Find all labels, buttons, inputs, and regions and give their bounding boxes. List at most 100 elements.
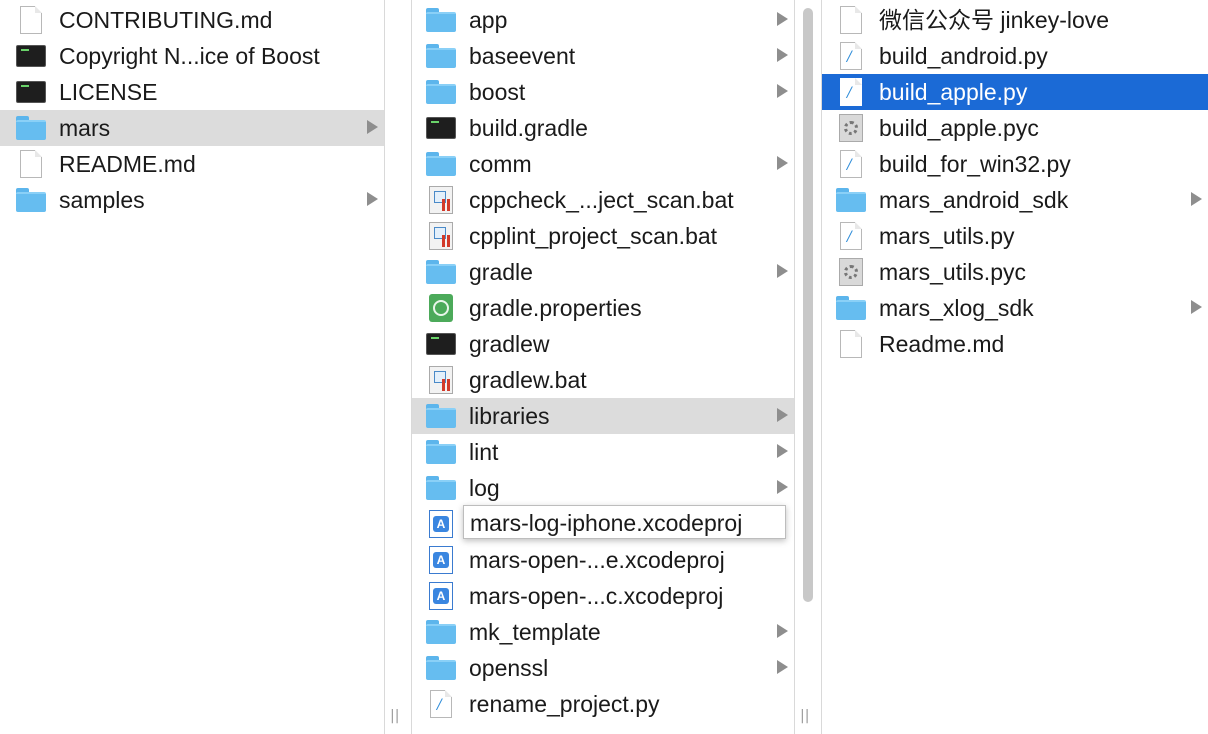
file-row[interactable]: / build_android.py — [822, 38, 1208, 74]
file-row[interactable]: 微信公众号 jinkey-love — [822, 2, 1208, 38]
disclosure-arrow-icon[interactable] — [367, 120, 378, 134]
document-icon — [836, 6, 866, 34]
document-icon — [16, 150, 46, 178]
disclosure-arrow-icon[interactable] — [367, 192, 378, 206]
file-row[interactable]: gradlew.bat — [412, 362, 794, 398]
folder-row[interactable]: boost — [412, 74, 794, 110]
folder-row[interactable]: mars_android_sdk — [822, 182, 1208, 218]
folder-row[interactable]: lint — [412, 434, 794, 470]
column-mars-scrollbar[interactable] — [803, 8, 813, 602]
properties-icon — [426, 294, 456, 322]
folder-row[interactable]: mars_xlog_sdk — [822, 290, 1208, 326]
folder-icon — [426, 78, 456, 106]
disclosure-arrow-icon[interactable] — [777, 12, 788, 26]
column-divider[interactable] — [794, 0, 795, 734]
python-script-icon: / — [836, 78, 866, 106]
document-icon — [836, 330, 866, 358]
disclosure-arrow-icon[interactable] — [1191, 300, 1202, 314]
item-label: comm — [469, 151, 532, 177]
python-script-icon: / — [836, 222, 866, 250]
column-libraries: 微信公众号 jinkey-love / build_android.py / build… — [822, 0, 1208, 734]
file-row[interactable]: README.md — [0, 146, 384, 182]
file-row[interactable]: build_apple.pyc — [822, 110, 1208, 146]
item-label: app — [469, 7, 508, 33]
disclosure-arrow-icon[interactable] — [777, 480, 788, 494]
file-row[interactable]: Amars-open-...e.xcodeproj — [412, 542, 794, 578]
disclosure-arrow-icon[interactable] — [777, 264, 788, 278]
folder-icon — [426, 42, 456, 70]
folder-row[interactable]: openssl — [412, 650, 794, 686]
disclosure-arrow-icon[interactable] — [1191, 192, 1202, 206]
file-row[interactable]: / build_for_win32.py — [822, 146, 1208, 182]
file-row[interactable]: cppcheck_...ject_scan.bat — [412, 182, 794, 218]
item-label: build_apple.pyc — [879, 115, 1039, 141]
disclosure-arrow-icon[interactable] — [777, 48, 788, 62]
disclosure-arrow-icon[interactable] — [777, 624, 788, 638]
file-row[interactable]: Copyright N...ice of Boost — [0, 38, 384, 74]
disclosure-arrow-icon[interactable] — [777, 444, 788, 458]
file-row[interactable]: / mars_utils.py — [822, 218, 1208, 254]
xcode-project-icon: A — [426, 546, 456, 574]
item-label: CONTRIBUTING.md — [59, 7, 273, 33]
file-row[interactable]: mars_utils.pyc — [822, 254, 1208, 290]
file-row[interactable]: Amars-open-...c.xcodeproj — [412, 578, 794, 614]
file-row[interactable]: Readme.md — [822, 326, 1208, 362]
item-label: rename_project.py — [469, 691, 660, 717]
terminal-icon — [16, 42, 46, 70]
folder-row[interactable]: gradle — [412, 254, 794, 290]
batch-file-icon — [426, 186, 456, 214]
file-row[interactable]: cpplint_project_scan.bat — [412, 218, 794, 254]
batch-file-icon — [426, 366, 456, 394]
column-resize-grip[interactable]: || — [390, 708, 399, 724]
folder-icon — [426, 150, 456, 178]
batch-file-icon — [426, 222, 456, 250]
disclosure-arrow-icon[interactable] — [777, 156, 788, 170]
compiled-python-icon — [836, 258, 866, 286]
item-label: gradlew.bat — [469, 367, 587, 393]
item-label: build_apple.py — [879, 79, 1028, 105]
folder-row[interactable]: log — [412, 470, 794, 506]
file-row[interactable]: gradlew — [412, 326, 794, 362]
item-label: mk_template — [469, 619, 601, 645]
folder-row[interactable]: comm — [412, 146, 794, 182]
folder-row[interactable]: mk_template — [412, 614, 794, 650]
column-root: CONTRIBUTING.md Copyright N...ice of Boos… — [0, 0, 384, 734]
folder-icon — [426, 6, 456, 34]
folder-row[interactable]: libraries — [412, 398, 794, 434]
folder-icon — [16, 114, 46, 142]
item-label: Copyright N...ice of Boost — [59, 43, 320, 69]
disclosure-arrow-icon[interactable] — [777, 408, 788, 422]
disclosure-arrow-icon[interactable] — [777, 660, 788, 674]
item-label: gradlew — [469, 331, 550, 357]
file-row[interactable]: / build_apple.py — [822, 74, 1208, 110]
item-label: mars_utils.pyc — [879, 259, 1026, 285]
item-label: build_android.py — [879, 43, 1048, 69]
item-label: gradle — [469, 259, 533, 285]
column-mars: app baseevent boost build.gradle comm cppchec… — [412, 0, 794, 734]
folder-icon — [836, 186, 866, 214]
item-label: mars — [59, 115, 111, 141]
folder-row[interactable]: app — [412, 2, 794, 38]
column-divider[interactable] — [384, 0, 385, 734]
item-label: mars-open-...e.xcodeproj — [469, 547, 725, 573]
item-label: lint — [469, 439, 499, 465]
folder-row[interactable]: samples — [0, 182, 384, 218]
item-label: build.gradle — [469, 115, 588, 141]
folder-icon — [836, 294, 866, 322]
folder-row[interactable]: baseevent — [412, 38, 794, 74]
folder-row[interactable]: mars — [0, 110, 384, 146]
item-label: cpplint_project_scan.bat — [469, 223, 718, 249]
item-label: openssl — [469, 655, 549, 681]
xcode-project-icon: A — [426, 582, 456, 610]
file-row[interactable]: CONTRIBUTING.md — [0, 2, 384, 38]
disclosure-arrow-icon[interactable] — [777, 84, 788, 98]
file-row[interactable]: gradle.properties — [412, 290, 794, 326]
python-script-icon: / — [836, 42, 866, 70]
item-label: libraries — [469, 403, 550, 429]
folder-icon — [426, 258, 456, 286]
file-row[interactable]: LICENSE — [0, 74, 384, 110]
column-resize-grip[interactable]: || — [800, 708, 809, 724]
file-row[interactable]: build.gradle — [412, 110, 794, 146]
terminal-icon — [426, 114, 456, 142]
file-row[interactable]: / rename_project.py — [412, 686, 794, 722]
